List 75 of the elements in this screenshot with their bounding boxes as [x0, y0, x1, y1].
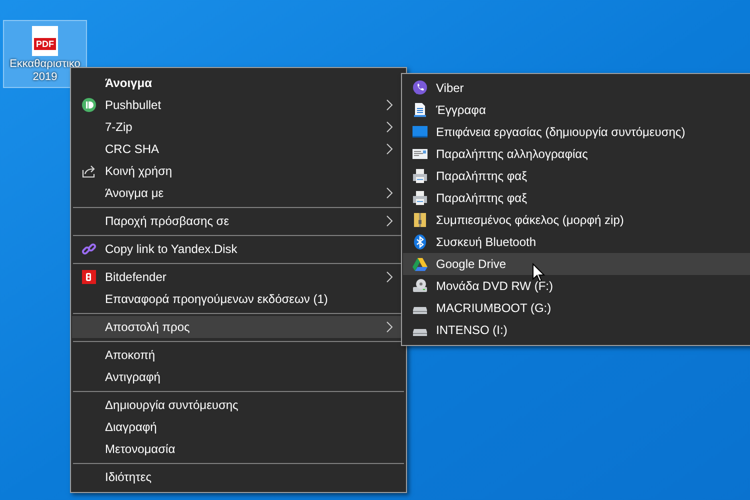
menu-item-label: Pushbullet	[105, 97, 162, 114]
menu-item-label: Συμπιεσμένος φάκελος (μορφή zip)	[436, 212, 624, 229]
menu-item-label: Διαγραφή	[105, 419, 158, 436]
menu-item-label: Viber	[436, 80, 464, 97]
menu-item[interactable]: Μονάδα DVD RW (F:)	[403, 275, 750, 297]
mouse-cursor-icon	[532, 263, 545, 283]
menu-item[interactable]: INTENSO (I:)	[403, 319, 750, 341]
menu-item[interactable]: MACRIUMBOOT (G:)	[403, 297, 750, 319]
menu-item[interactable]: Διαγραφή	[72, 416, 405, 438]
menu-item[interactable]: Παραλήπτης φαξ	[403, 165, 750, 187]
desktop-file-item[interactable]: PDF Εκκαθαριστικο 2019	[3, 20, 87, 88]
menu-item[interactable]: Pushbullet	[72, 94, 405, 116]
menu-item[interactable]: Αντιγραφή	[72, 366, 405, 388]
menu-item[interactable]: Δημιουργία συντόμευσης	[72, 394, 405, 416]
round-logo-icon	[80, 97, 96, 113]
menu-item[interactable]: CRC SHA	[72, 138, 405, 160]
menu-item-label: Επιφάνεια εργασίας (δημιουργία συντόμευσης)	[436, 124, 686, 141]
menu-item-label: Άνοιγμα	[105, 75, 153, 92]
menu-item-label: Παροχή πρόσβασης σε	[105, 213, 230, 230]
menu-item-label: Έγγραφα	[436, 102, 486, 119]
menu-item-label: Δημιουργία συντόμευσης	[105, 397, 240, 414]
phone-bubble-icon	[412, 80, 428, 96]
menu-item[interactable]: Copy link to Yandex.Disk	[72, 238, 405, 260]
menu-item[interactable]: Συσκευή Bluetooth	[403, 231, 750, 253]
menu-item-label: Αποκοπή	[105, 347, 156, 364]
menu-item-label: Επαναφορά προηγούμενων εκδόσεων (1)	[105, 291, 329, 308]
menu-item[interactable]: Bitdefender	[72, 266, 405, 288]
menu-item[interactable]: Αποκοπή	[72, 344, 405, 366]
menu-item[interactable]: Επιφάνεια εργασίας (δημιουργία συντόμευσης)	[403, 121, 750, 143]
menu-item[interactable]: Άνοιγμα με	[72, 182, 405, 204]
menu-item[interactable]: 7-Zip	[72, 116, 405, 138]
drive-icon	[412, 329, 428, 337]
share-icon	[80, 163, 96, 179]
menu-item-label: Bitdefender	[105, 269, 168, 286]
menu-item-label: Copy link to Yandex.Disk	[105, 241, 238, 258]
menu-item-label: Μονάδα DVD RW (F:)	[436, 278, 553, 295]
menu-item-label: CRC SHA	[105, 141, 160, 158]
menu-item-label: Άνοιγμα με	[105, 185, 165, 202]
menu-item[interactable]: Παραλήπτης αλληλογραφίας	[403, 143, 750, 165]
menu-item-label: MACRIUMBOOT (G:)	[436, 300, 552, 317]
menu-item-label: Παραλήπτης φαξ	[436, 190, 527, 207]
menu-item-label: Μετονομασία	[105, 441, 176, 458]
menu-item-label: Συσκευή Bluetooth	[436, 234, 536, 251]
bluetooth-icon	[412, 234, 428, 250]
menu-item[interactable]: Παραλήπτης φαξ	[403, 187, 750, 209]
menu-item[interactable]: Επαναφορά προηγούμενων εκδόσεων (1)	[72, 288, 405, 310]
fax-printer-icon	[412, 168, 428, 184]
menu-item-label: Ιδιότητες	[105, 469, 152, 486]
menu-item[interactable]: Συμπιεσμένος φάκελος (μορφή zip)	[403, 209, 750, 231]
menu-item-label: Αποστολή προς	[105, 319, 191, 336]
menu-item-label: INTENSO (I:)	[436, 322, 508, 339]
menu-item-label: 7-Zip	[105, 119, 134, 136]
menu-item[interactable]: Viber	[403, 77, 750, 99]
menu-item-label: Παραλήπτης φαξ	[436, 168, 527, 185]
square-logo-icon	[80, 269, 96, 285]
chain-link-icon	[80, 241, 96, 257]
menu-item-label: Παραλήπτης αλληλογραφίας	[436, 146, 588, 163]
menu-item-label: Αντιγραφή	[105, 369, 162, 386]
menu-item[interactable]: Μετονομασία	[72, 438, 405, 460]
menu-item-label: Κοινή χρήση	[105, 163, 174, 180]
document-icon	[412, 102, 428, 118]
desktop-icon	[412, 124, 428, 140]
mail-card-icon	[412, 146, 428, 162]
menu-item[interactable]: Ιδιότητες	[72, 466, 405, 488]
menu-item[interactable]: Παροχή πρόσβασης σε	[72, 210, 405, 232]
menu-item-label: Google Drive	[436, 256, 506, 273]
drive-icon	[412, 307, 428, 315]
pdf-badge: PDF	[34, 38, 56, 50]
fax-printer-icon	[412, 190, 428, 206]
menu-item[interactable]: Έγγραφα	[403, 99, 750, 121]
menu-item[interactable]: Κοινή χρήση	[72, 160, 405, 182]
dvd-drive-icon	[412, 278, 428, 294]
triangle-drive-icon	[412, 256, 428, 272]
zip-folder-icon	[412, 212, 428, 228]
menu-item[interactable]: Google Drive	[403, 253, 750, 275]
